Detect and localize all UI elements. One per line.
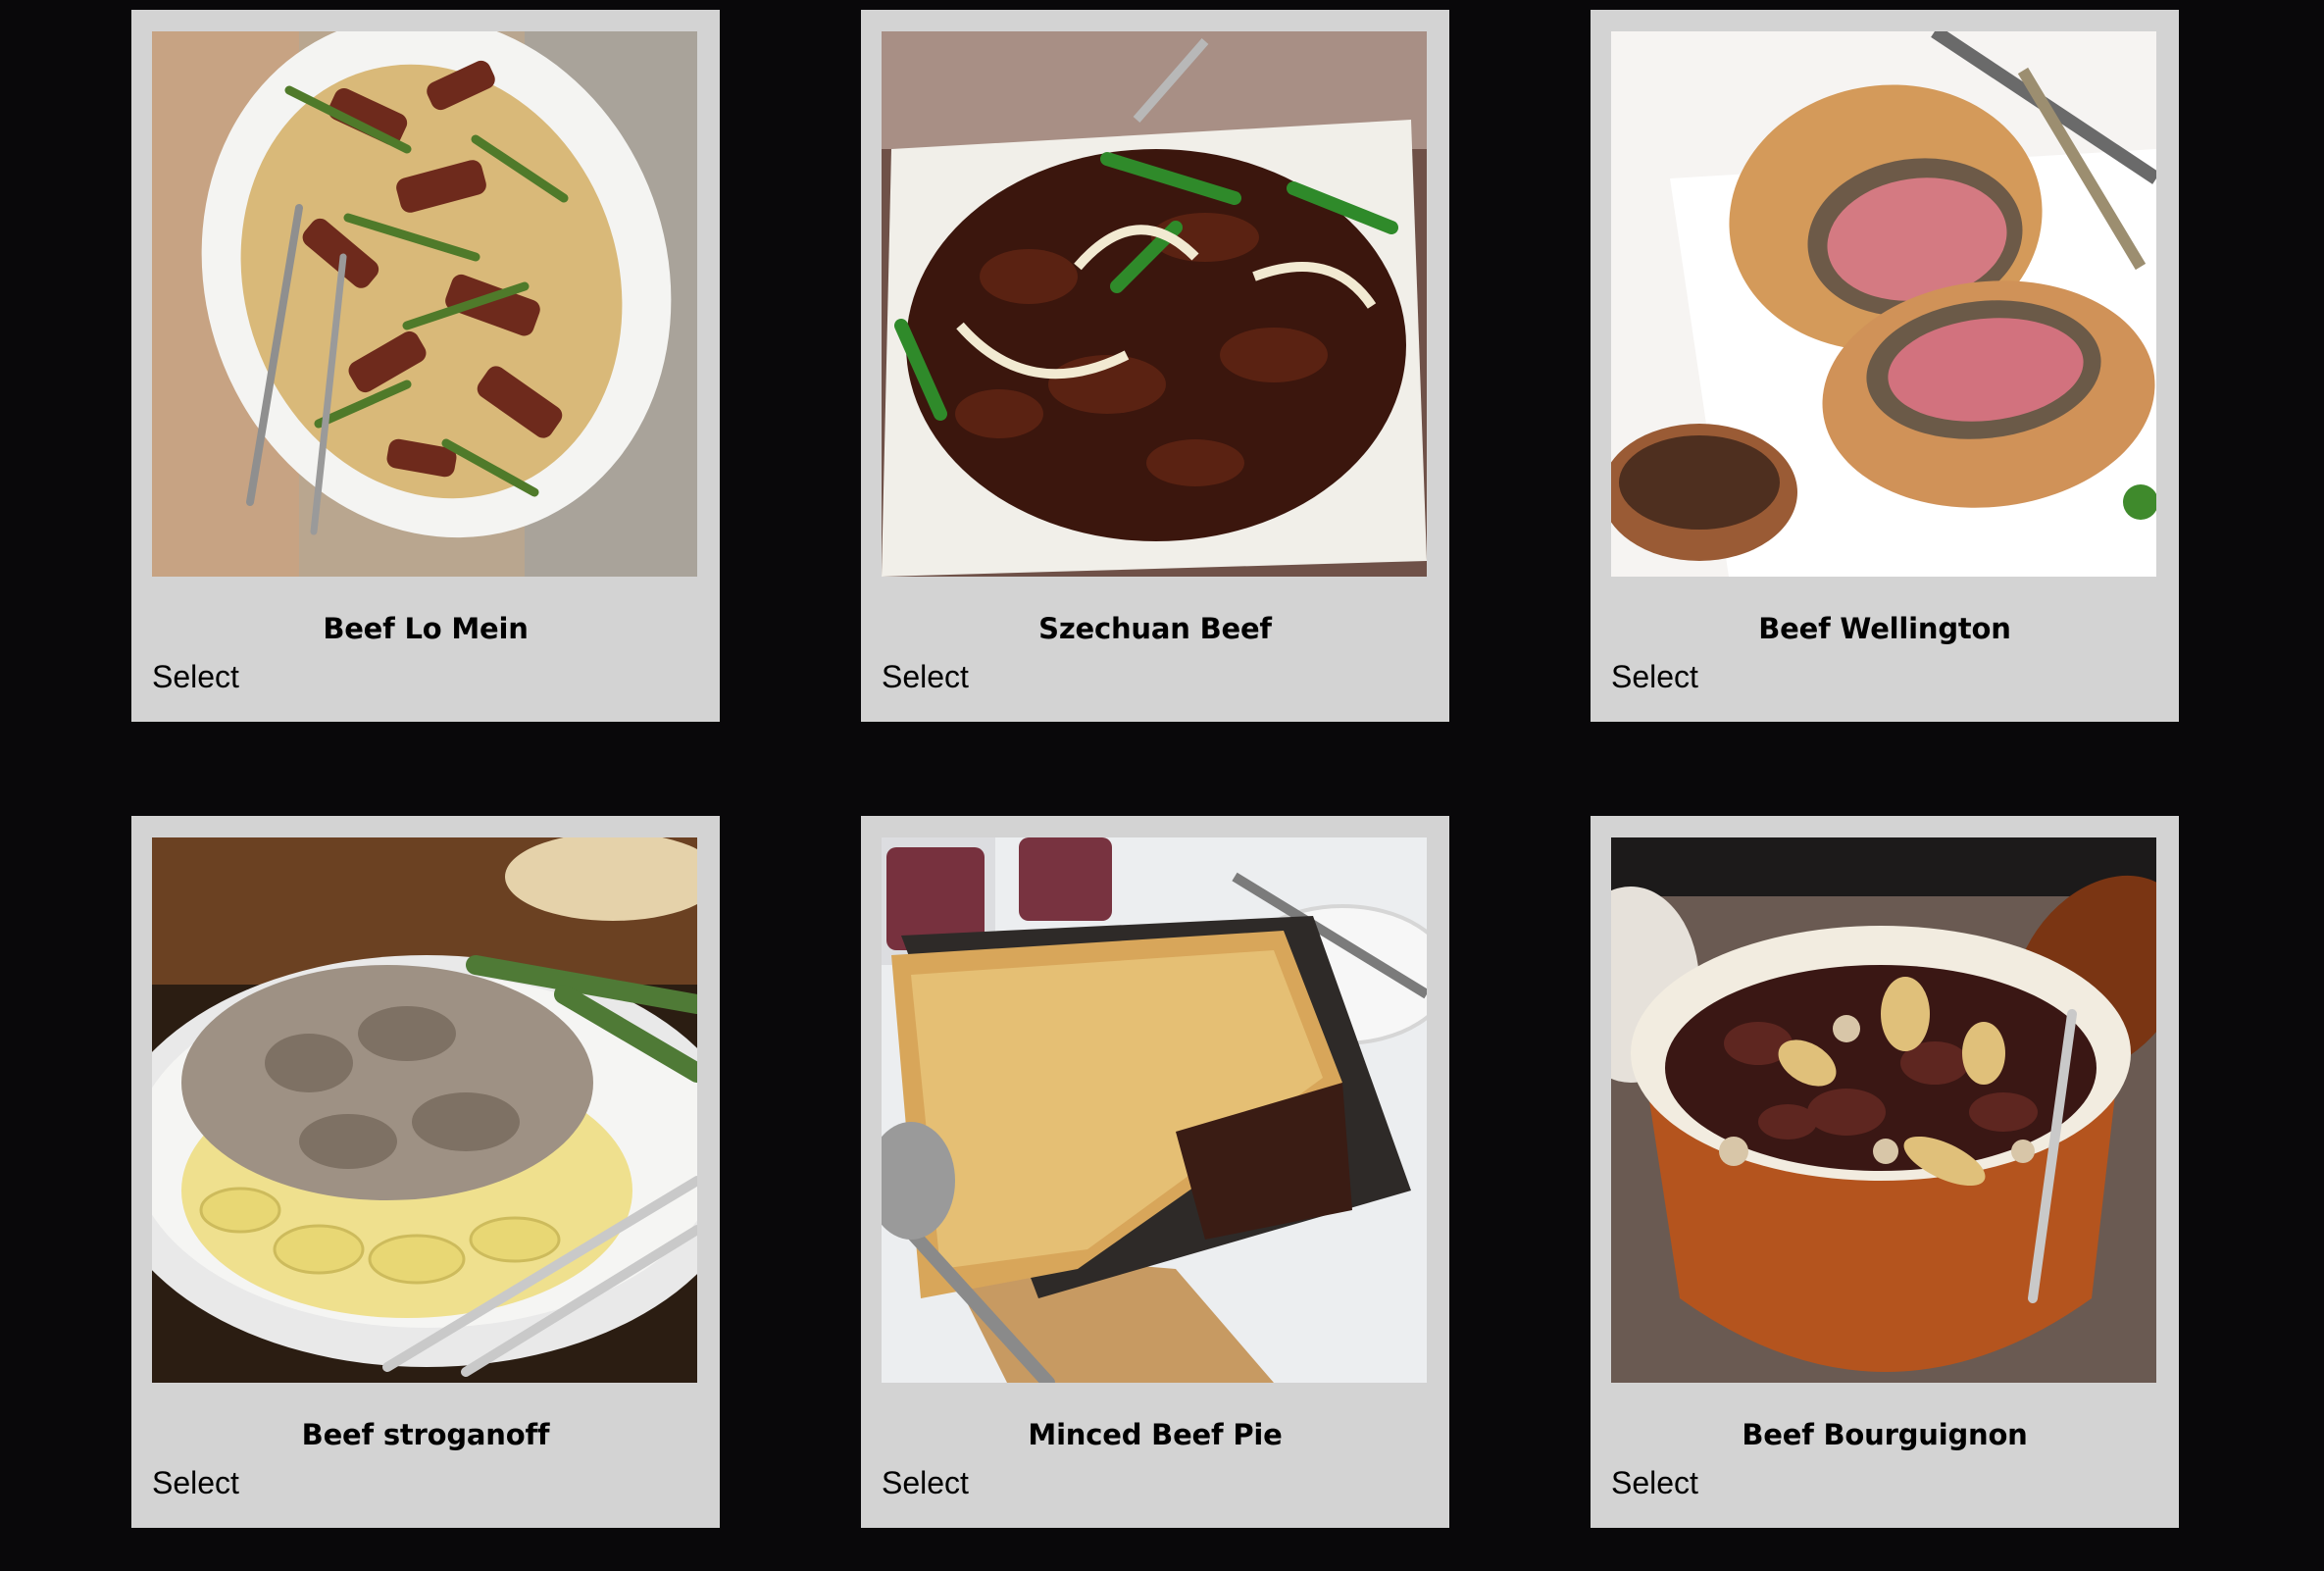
beef-stroganoff-photo[interactable] [152, 837, 697, 1383]
dish-grid: Beef Lo Mein Select Szechuan Beef Select… [0, 0, 2324, 1571]
dish-title: Beef Bourguignon [1742, 1418, 2028, 1451]
dish-title: Beef Wellington [1758, 612, 2011, 645]
dish-title: Szechuan Beef [1038, 612, 1272, 645]
beef-wellington-photo[interactable] [1611, 31, 2156, 577]
dish-card-minced-beef-pie: Minced Beef Pie Select [861, 816, 1449, 1528]
select-link[interactable]: Select [152, 659, 239, 695]
dish-title: Beef stroganoff [301, 1418, 550, 1451]
select-link[interactable]: Select [1611, 1465, 1698, 1501]
dish-title: Minced Beef Pie [1028, 1418, 1283, 1451]
dish-card-beef-wellington: Beef Wellington Select [1591, 10, 2179, 722]
dish-card-beef-stroganoff: Beef stroganoff Select [131, 816, 720, 1528]
szechuan-beef-photo[interactable] [882, 31, 1427, 577]
dish-card-szechuan-beef: Szechuan Beef Select [861, 10, 1449, 722]
select-link[interactable]: Select [1611, 659, 1698, 695]
beef-bourguignon-photo[interactable] [1611, 837, 2156, 1383]
minced-beef-pie-photo[interactable] [882, 837, 1427, 1383]
dish-title: Beef Lo Mein [323, 612, 529, 645]
select-link[interactable]: Select [152, 1465, 239, 1501]
dish-card-beef-bourguignon: Beef Bourguignon Select [1591, 816, 2179, 1528]
dish-card-beef-lo-mein: Beef Lo Mein Select [131, 10, 720, 722]
select-link[interactable]: Select [882, 1465, 969, 1501]
beef-lo-mein-photo[interactable] [152, 31, 697, 577]
select-link[interactable]: Select [882, 659, 969, 695]
